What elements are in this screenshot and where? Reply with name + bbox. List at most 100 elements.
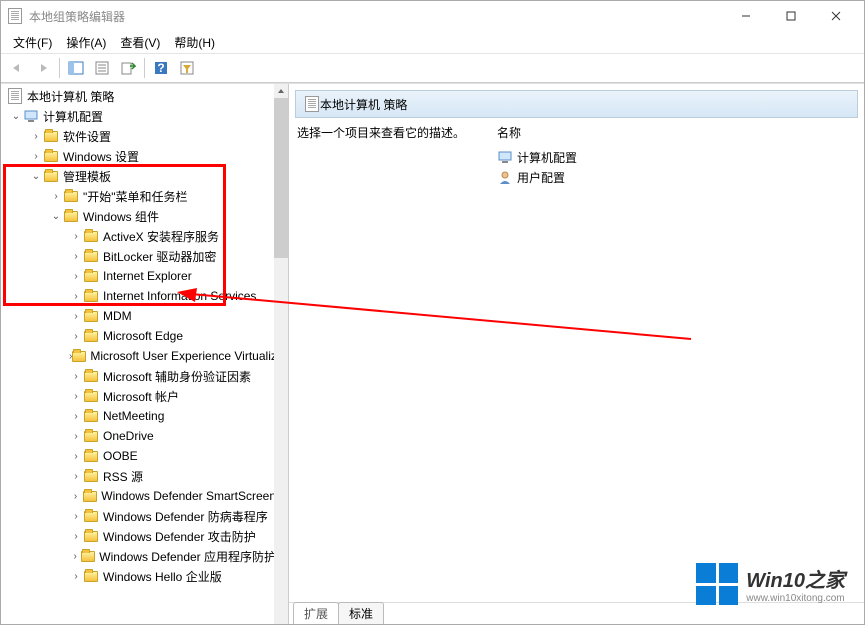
tree-subitem[interactable]: ›Microsoft Edge (1, 326, 276, 346)
export-list-button[interactable] (116, 56, 140, 80)
maximize-button[interactable] (768, 2, 813, 30)
tree-label: "开始"菜单和任务栏 (79, 188, 188, 205)
chevron-right-icon[interactable]: › (29, 129, 43, 143)
tree-subitem[interactable]: › Windows Defender SmartScreen (1, 486, 276, 506)
folder-icon (83, 388, 99, 404)
chevron-right-icon[interactable]: › (69, 289, 83, 303)
forward-button[interactable] (31, 56, 55, 80)
menu-file[interactable]: 文件(F) (7, 32, 58, 53)
minimize-button[interactable] (723, 2, 768, 30)
tree-label: BitLocker 驱动器加密 (99, 248, 216, 265)
tree-subitem[interactable]: › Windows Defender 攻击防护 (1, 526, 276, 546)
chevron-down-icon[interactable]: ⌄ (9, 109, 23, 123)
chevron-right-icon[interactable]: › (69, 409, 83, 423)
detail-header-title: 本地计算机 策略 (320, 96, 407, 113)
tree-subitem[interactable]: › Microsoft 辅助身份验证因素 (1, 366, 276, 386)
tree-subitem[interactable]: › Microsoft 帐户 (1, 386, 276, 406)
tree-admin-templates[interactable]: ⌄ 管理模板 (1, 166, 276, 186)
tree-scrollbar[interactable] (274, 84, 288, 624)
detail-prompt: 选择一个项目来查看它的描述。 (297, 126, 465, 140)
tree-label: Windows Defender 攻击防护 (99, 528, 256, 545)
chevron-right-icon[interactable]: › (69, 229, 83, 243)
tree-label: Windows 设置 (59, 148, 139, 165)
app-icon (7, 8, 23, 24)
chevron-down-icon[interactable]: ⌄ (49, 209, 63, 223)
user-icon (497, 170, 513, 184)
chevron-right-icon[interactable]: › (69, 469, 83, 483)
chevron-right-icon[interactable]: › (69, 369, 83, 383)
tree-subitem[interactable]: ›Windows Defender 应用程序防护 (1, 546, 276, 566)
chevron-right-icon[interactable]: › (69, 389, 83, 403)
filter-button[interactable] (175, 56, 199, 80)
app-window: 本地组策略编辑器 文件(F) 操作(A) 查看(V) 帮助(H) ? (0, 0, 865, 625)
tree-subitem[interactable]: ›Microsoft User Experience Virtualizatio… (1, 346, 276, 366)
folder-icon (83, 508, 99, 524)
list-item-label: 计算机配置 (517, 149, 577, 166)
folder-icon (83, 368, 99, 384)
scroll-up-button[interactable] (274, 84, 288, 98)
tree-label: Windows Defender SmartScreen (97, 489, 276, 503)
tree-subitem[interactable]: › Windows Hello 企业版 (1, 566, 276, 586)
close-button[interactable] (813, 2, 858, 30)
toolbar: ? (1, 53, 864, 83)
chevron-right-icon[interactable]: › (69, 529, 83, 543)
policy-icon (304, 96, 320, 112)
list-item-computer-config[interactable]: 计算机配置 (497, 147, 856, 167)
chevron-right-icon[interactable]: › (29, 149, 43, 163)
tree-subitem[interactable]: › BitLocker 驱动器加密 (1, 246, 276, 266)
tab-standard[interactable]: 标准 (338, 602, 384, 624)
tab-extended[interactable]: 扩展 (293, 602, 339, 624)
show-hide-tree-button[interactable] (64, 56, 88, 80)
chevron-right-icon[interactable]: › (69, 549, 81, 563)
help-button[interactable]: ? (149, 56, 173, 80)
scroll-thumb[interactable] (274, 98, 288, 258)
column-header-name[interactable]: 名称 (497, 124, 856, 141)
tree-software-settings[interactable]: › 软件设置 (1, 126, 276, 146)
chevron-down-icon[interactable]: ⌄ (29, 169, 43, 183)
svg-text:?: ? (157, 61, 164, 75)
tree-subitem[interactable]: ›Windows Defender 防病毒程序 (1, 506, 276, 526)
tree-label: Windows Hello 企业版 (99, 568, 222, 585)
tree-subitem[interactable]: ›NetMeeting (1, 406, 276, 426)
content-area: 本地计算机 策略 ⌄ 计算机配置 › 软件设置 › Windows 设置 (1, 83, 864, 624)
tree-subitem[interactable]: ›Internet Explorer (1, 266, 276, 286)
tree-label: Microsoft 帐户 (99, 388, 179, 405)
chevron-right-icon[interactable]: › (69, 249, 83, 263)
chevron-right-icon[interactable]: › (69, 309, 83, 323)
menu-action[interactable]: 操作(A) (60, 32, 112, 53)
tree-root[interactable]: 本地计算机 策略 (1, 86, 276, 106)
chevron-right-icon[interactable]: › (69, 449, 83, 463)
chevron-right-icon[interactable]: › (69, 329, 83, 343)
tree-computer-config[interactable]: ⌄ 计算机配置 (1, 106, 276, 126)
chevron-right-icon[interactable]: › (69, 429, 83, 443)
tree-label: OOBE (99, 449, 138, 463)
tree-subitem[interactable]: › OOBE (1, 446, 276, 466)
chevron-right-icon[interactable]: › (69, 489, 82, 503)
chevron-right-icon[interactable]: › (69, 569, 83, 583)
tree-label: Microsoft 辅助身份验证因素 (99, 368, 251, 385)
menu-view[interactable]: 查看(V) (114, 32, 166, 53)
folder-icon (63, 208, 79, 224)
folder-icon (83, 428, 99, 444)
back-button[interactable] (5, 56, 29, 80)
chevron-right-icon[interactable]: › (69, 509, 83, 523)
tree-view[interactable]: 本地计算机 策略 ⌄ 计算机配置 › 软件设置 › Windows 设置 (1, 84, 276, 624)
tree-subitem[interactable]: ›ActiveX 安装程序服务 (1, 226, 276, 246)
detail-body: 选择一个项目来查看它的描述。 名称 计算机配置 用户配置 (289, 124, 864, 602)
tree-windows-components[interactable]: ⌄ Windows 组件 (1, 206, 276, 226)
folder-icon (83, 568, 99, 584)
chevron-right-icon[interactable]: › (49, 189, 63, 203)
tree-subitem[interactable]: ›MDM (1, 306, 276, 326)
list-item-label: 用户配置 (517, 169, 565, 186)
tree-subitem[interactable]: ›RSS 源 (1, 466, 276, 486)
tree-subitem[interactable]: ›Internet Information Services (1, 286, 276, 306)
tree-start-menu-taskbar[interactable]: › "开始"菜单和任务栏 (1, 186, 276, 206)
tree-subitem[interactable]: ›OneDrive (1, 426, 276, 446)
chevron-right-icon[interactable]: › (69, 269, 83, 283)
menu-help[interactable]: 帮助(H) (168, 32, 221, 53)
tree-windows-settings[interactable]: › Windows 设置 (1, 146, 276, 166)
properties-button[interactable] (90, 56, 114, 80)
tree-label: 管理模板 (59, 168, 111, 185)
list-item-user-config[interactable]: 用户配置 (497, 167, 856, 187)
tree-label: 计算机配置 (39, 108, 103, 125)
